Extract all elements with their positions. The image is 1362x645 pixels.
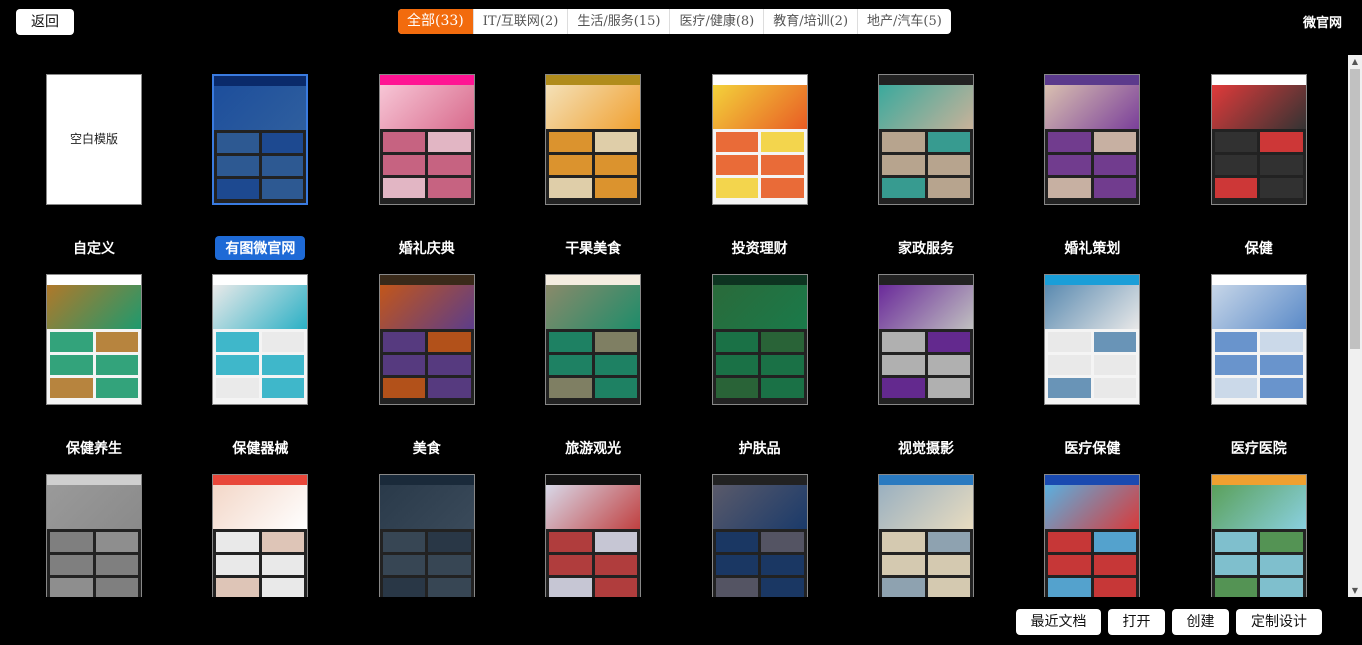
template-label[interactable]: 保健器械 — [222, 436, 298, 460]
template-label[interactable]: 护肤品 — [729, 436, 791, 460]
template-label[interactable]: 美食 — [403, 436, 451, 460]
template-item[interactable]: 空白模版自定义 — [19, 74, 169, 260]
template-label[interactable]: 自定义 — [63, 236, 125, 260]
template-thumbnail[interactable] — [1044, 474, 1140, 597]
tab-2[interactable]: 生活/服务(15) — [567, 9, 669, 34]
template-thumbnail[interactable] — [878, 474, 974, 597]
template-item[interactable]: 医疗保健 — [1017, 274, 1167, 460]
template-label[interactable]: 医疗医院 — [1221, 436, 1297, 460]
tab-0[interactable]: 全部(33) — [398, 9, 473, 34]
template-item[interactable]: 旅游观光 — [518, 274, 668, 460]
template-thumbnail[interactable] — [212, 74, 308, 205]
template-label[interactable]: 婚礼庆典 — [389, 236, 465, 260]
template-item[interactable]: 保健器械 — [185, 274, 335, 460]
template-label[interactable]: 医疗保健 — [1054, 436, 1130, 460]
template-item[interactable] — [1017, 474, 1167, 597]
template-item[interactable] — [352, 474, 502, 597]
template-label[interactable]: 保健养生 — [56, 436, 132, 460]
template-item[interactable] — [518, 474, 668, 597]
template-label[interactable]: 有图微官网 — [215, 236, 305, 260]
brand-title: 微官网 — [1303, 12, 1342, 31]
back-button[interactable]: 返回 — [16, 9, 74, 35]
template-label[interactable]: 投资理财 — [722, 236, 798, 260]
scroll-up-icon[interactable]: ▲ — [1348, 57, 1362, 66]
template-thumbnail[interactable] — [712, 474, 808, 597]
template-item[interactable]: 美食 — [352, 274, 502, 460]
tab-5[interactable]: 地产/汽车(5) — [857, 9, 951, 34]
template-item[interactable]: 保健 — [1184, 74, 1334, 260]
template-item[interactable] — [19, 474, 169, 597]
tab-1[interactable]: IT/互联网(2) — [473, 9, 568, 34]
scrollbar-thumb[interactable] — [1350, 69, 1360, 349]
template-thumbnail[interactable] — [1044, 274, 1140, 405]
template-thumbnail[interactable] — [878, 274, 974, 405]
template-thumbnail[interactable]: 空白模版 — [46, 74, 142, 205]
template-thumbnail[interactable] — [1211, 274, 1307, 405]
template-item[interactable] — [1184, 474, 1334, 597]
template-item[interactable]: 婚礼庆典 — [352, 74, 502, 260]
template-thumbnail[interactable] — [545, 474, 641, 597]
open-button[interactable]: 打开 — [1108, 609, 1165, 635]
template-thumbnail[interactable] — [212, 474, 308, 597]
template-label[interactable]: 干果美食 — [555, 236, 631, 260]
template-thumbnail[interactable] — [712, 274, 808, 405]
template-label[interactable]: 旅游观光 — [555, 436, 631, 460]
template-thumbnail[interactable] — [878, 74, 974, 205]
template-item[interactable]: 干果美食 — [518, 74, 668, 260]
template-thumbnail[interactable] — [712, 74, 808, 205]
template-thumbnail[interactable] — [1211, 74, 1307, 205]
template-thumbnail[interactable] — [379, 274, 475, 405]
template-thumbnail[interactable] — [545, 74, 641, 205]
template-thumbnail[interactable] — [1044, 74, 1140, 205]
scrollbar[interactable]: ▲ ▼ — [1348, 55, 1362, 597]
template-item[interactable]: 护肤品 — [685, 274, 835, 460]
template-label[interactable]: 保健 — [1235, 236, 1283, 260]
template-label[interactable]: 家政服务 — [888, 236, 964, 260]
custom-design-button[interactable]: 定制设计 — [1236, 609, 1322, 635]
template-thumbnail[interactable] — [1211, 474, 1307, 597]
template-label[interactable]: 视觉摄影 — [888, 436, 964, 460]
template-label[interactable]: 婚礼策划 — [1054, 236, 1130, 260]
tab-3[interactable]: 医疗/健康(8) — [669, 9, 763, 34]
template-item[interactable]: 保健养生 — [19, 274, 169, 460]
tab-4[interactable]: 教育/培训(2) — [763, 9, 857, 34]
recent-documents-button[interactable]: 最近文档 — [1016, 609, 1101, 635]
template-thumbnail[interactable] — [46, 474, 142, 597]
template-thumbnail[interactable] — [212, 274, 308, 405]
template-item[interactable]: 医疗医院 — [1184, 274, 1334, 460]
template-item[interactable]: 家政服务 — [851, 74, 1001, 260]
create-button[interactable]: 创建 — [1172, 609, 1229, 635]
template-item[interactable] — [185, 474, 335, 597]
template-thumbnail[interactable] — [379, 74, 475, 205]
template-thumbnail[interactable] — [46, 274, 142, 405]
scroll-down-icon[interactable]: ▼ — [1348, 586, 1362, 595]
template-item[interactable] — [685, 474, 835, 597]
template-item[interactable]: 有图微官网 — [185, 74, 335, 260]
template-item[interactable] — [851, 474, 1001, 597]
template-thumbnail[interactable] — [379, 474, 475, 597]
category-tabs: 全部(33)IT/互联网(2)生活/服务(15)医疗/健康(8)教育/培训(2)… — [398, 9, 951, 34]
template-grid: 空白模版自定义有图微官网婚礼庆典干果美食投资理财家政服务婚礼策划保健保健养生保健… — [0, 55, 1346, 597]
template-thumbnail[interactable] — [545, 274, 641, 405]
template-item[interactable]: 视觉摄影 — [851, 274, 1001, 460]
template-item[interactable]: 投资理财 — [685, 74, 835, 260]
template-item[interactable]: 婚礼策划 — [1017, 74, 1167, 260]
